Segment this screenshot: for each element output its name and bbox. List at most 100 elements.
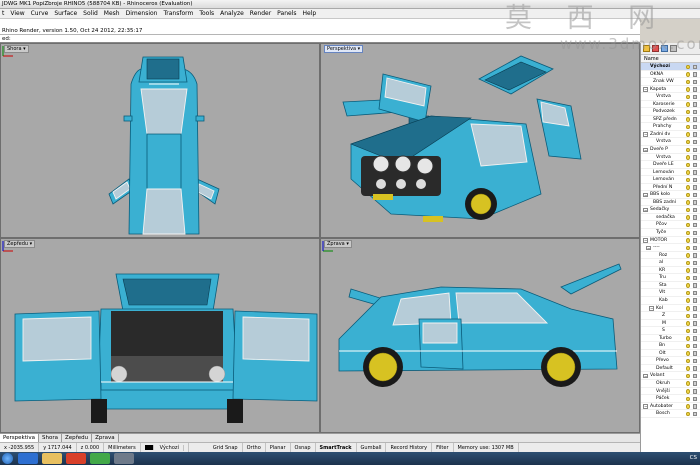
layer-visibility-icon[interactable] bbox=[686, 147, 690, 153]
layer-visibility-icon[interactable] bbox=[686, 162, 690, 168]
layer-lock-icon[interactable] bbox=[693, 381, 697, 386]
layer-lock-icon[interactable] bbox=[693, 117, 697, 122]
layer-row[interactable]: Turbo bbox=[641, 335, 700, 343]
layer-row[interactable]: sedačka bbox=[641, 214, 700, 222]
layer-lock-icon[interactable] bbox=[693, 268, 697, 273]
layer-row[interactable]: Páček bbox=[641, 395, 700, 403]
viewport-top[interactable]: Shora ▾ bbox=[0, 43, 320, 238]
layer-row[interactable]: Lemován bbox=[641, 176, 700, 184]
layer-lock-icon[interactable] bbox=[693, 139, 697, 145]
layer-lock-icon[interactable] bbox=[693, 200, 697, 205]
layer-visibility-icon[interactable] bbox=[686, 313, 690, 319]
layer-row[interactable]: Tyče bbox=[641, 229, 700, 237]
layer-lock-icon[interactable] bbox=[693, 170, 697, 175]
layer-visibility-icon[interactable] bbox=[686, 222, 690, 228]
layer-collapse-icon[interactable]: − bbox=[643, 404, 648, 409]
layer-visibility-icon[interactable] bbox=[686, 94, 690, 100]
layer-lock-icon[interactable] bbox=[693, 162, 697, 168]
layer-collapse-icon[interactable]: − bbox=[643, 192, 648, 198]
layer-lock-icon[interactable] bbox=[693, 245, 697, 251]
layer-options-icon[interactable] bbox=[670, 45, 677, 52]
layer-lock-icon[interactable] bbox=[693, 177, 697, 183]
layer-lock-icon[interactable] bbox=[693, 336, 697, 341]
layer-visibility-icon[interactable] bbox=[686, 192, 690, 198]
layer-lock-icon[interactable] bbox=[693, 147, 697, 153]
layer-visibility-icon[interactable] bbox=[686, 321, 690, 326]
layer-visibility-icon[interactable] bbox=[686, 207, 690, 213]
layer-row[interactable]: Vrstva bbox=[641, 93, 700, 101]
layer-lock-icon[interactable] bbox=[693, 328, 697, 334]
layer-row[interactable]: Bn bbox=[641, 342, 700, 350]
layer-lock-icon[interactable] bbox=[693, 260, 697, 266]
tab-perspektiva[interactable]: Perspektiva bbox=[0, 434, 40, 442]
tab-zprava[interactable]: Zprava bbox=[92, 434, 119, 442]
current-layer[interactable]: Výchozí bbox=[141, 443, 189, 452]
layer-visibility-icon[interactable] bbox=[686, 155, 690, 160]
layer-lock-icon[interactable] bbox=[693, 253, 697, 258]
gumball-toggle[interactable]: Gumball bbox=[357, 443, 387, 452]
layer-visibility-icon[interactable] bbox=[686, 396, 690, 402]
layer-visibility-icon[interactable] bbox=[686, 64, 690, 69]
layer-row[interactable]: M bbox=[641, 320, 700, 328]
layer-visibility-icon[interactable] bbox=[686, 366, 690, 371]
layer-visibility-icon[interactable] bbox=[686, 268, 690, 273]
layer-row[interactable]: Kab bbox=[641, 297, 700, 305]
layer-lock-icon[interactable] bbox=[693, 94, 697, 100]
layer-collapse-icon[interactable]: − bbox=[643, 207, 648, 213]
layer-row[interactable]: − ---- bbox=[641, 244, 700, 252]
layer-lock-icon[interactable] bbox=[693, 343, 697, 349]
taskbar-app-icon[interactable] bbox=[90, 453, 110, 464]
layer-row[interactable]: Default bbox=[641, 365, 700, 373]
smarttrack-toggle[interactable]: SmartTrack bbox=[316, 443, 357, 452]
layer-lock-icon[interactable] bbox=[693, 396, 697, 402]
menu-item-transform[interactable]: Transform bbox=[164, 9, 194, 18]
menu-item-render[interactable]: Render bbox=[250, 9, 271, 18]
layer-visibility-icon[interactable] bbox=[686, 109, 690, 115]
layer-row[interactable]: Olt bbox=[641, 350, 700, 358]
grid-snap-toggle[interactable]: Grid Snap bbox=[209, 443, 243, 452]
layer-visibility-icon[interactable] bbox=[686, 170, 690, 175]
layer-row[interactable]: Z bbox=[641, 312, 700, 320]
menu-item-mesh[interactable]: Mesh bbox=[104, 9, 120, 18]
layer-visibility-icon[interactable] bbox=[686, 411, 690, 417]
layer-row[interactable]: Roz bbox=[641, 252, 700, 260]
menu-item-analyze[interactable]: Analyze bbox=[220, 9, 244, 18]
layer-lock-icon[interactable] bbox=[693, 230, 697, 236]
taskbar-chrome-icon[interactable] bbox=[66, 453, 86, 464]
layer-visibility-icon[interactable] bbox=[686, 185, 690, 190]
units[interactable]: Millimeters bbox=[104, 443, 141, 452]
layer-visibility-icon[interactable] bbox=[686, 373, 690, 379]
layer-filter-icon[interactable] bbox=[661, 45, 668, 52]
layer-row[interactable]: Znak VW bbox=[641, 78, 700, 86]
layer-visibility-icon[interactable] bbox=[686, 117, 690, 122]
layer-row[interactable]: KR bbox=[641, 267, 700, 275]
layer-visibility-icon[interactable] bbox=[686, 290, 690, 296]
command-line[interactable]: ed: bbox=[0, 35, 640, 43]
viewport-right[interactable]: Zprava ▾ bbox=[320, 238, 640, 433]
ortho-toggle[interactable]: Ortho bbox=[243, 443, 266, 452]
layer-row[interactable]: Prahchy bbox=[641, 123, 700, 131]
layer-visibility-icon[interactable] bbox=[686, 343, 690, 349]
layer-row[interactable]: − MOTOR bbox=[641, 237, 700, 245]
viewport-top-label[interactable]: Shora ▾ bbox=[4, 45, 29, 53]
layer-row[interactable]: − Zadní dv bbox=[641, 131, 700, 139]
layer-row[interactable]: Tru bbox=[641, 274, 700, 282]
layer-visibility-icon[interactable] bbox=[686, 389, 690, 394]
layer-visibility-icon[interactable] bbox=[686, 298, 690, 303]
menu-item-view[interactable]: View bbox=[10, 9, 24, 18]
layer-lock-icon[interactable] bbox=[693, 290, 697, 296]
layer-row[interactable]: S bbox=[641, 327, 700, 335]
layer-lock-icon[interactable] bbox=[693, 389, 697, 394]
layer-row[interactable]: Vlt bbox=[641, 289, 700, 297]
tab-zepredu[interactable]: Zepředu bbox=[62, 434, 93, 442]
layer-row[interactable]: Přední N bbox=[641, 184, 700, 192]
filter-toggle[interactable]: Filter bbox=[432, 443, 454, 452]
layer-lock-icon[interactable] bbox=[693, 298, 697, 303]
layer-lock-icon[interactable] bbox=[693, 185, 697, 190]
layer-lock-icon[interactable] bbox=[693, 64, 697, 69]
layer-lock-icon[interactable] bbox=[693, 411, 697, 417]
layer-lock-icon[interactable] bbox=[693, 351, 697, 356]
layer-row[interactable]: Lemován bbox=[641, 169, 700, 177]
layer-row[interactable]: − Kol bbox=[641, 305, 700, 313]
layer-lock-icon[interactable] bbox=[693, 192, 697, 198]
